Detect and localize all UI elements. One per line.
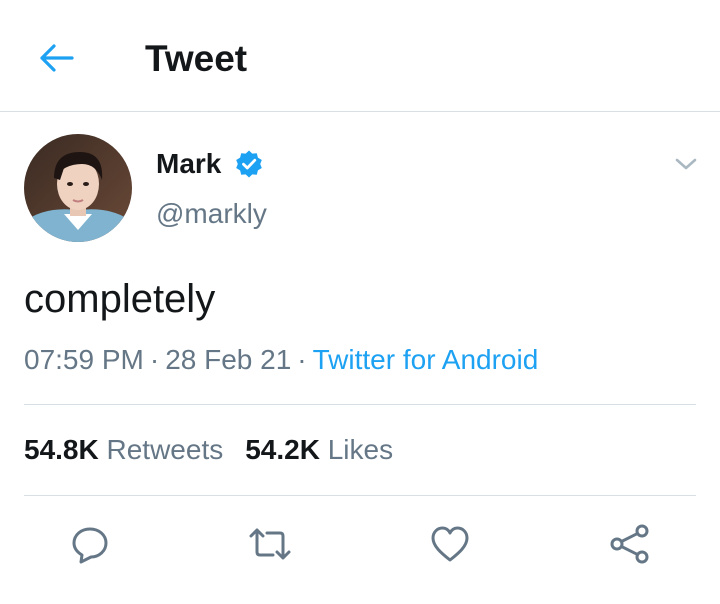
author-name[interactable]: Mark — [156, 147, 221, 181]
avatar[interactable] — [24, 134, 132, 242]
share-button[interactable] — [606, 520, 654, 568]
retweets-label: Retweets — [106, 434, 224, 465]
verified-badge-icon — [236, 150, 262, 178]
tweet-text: completely — [24, 277, 216, 321]
retweet-button[interactable] — [246, 520, 294, 568]
action-bar — [0, 520, 720, 568]
tweet-time: 07:59 PM — [24, 344, 144, 375]
tweet-source-link[interactable]: Twitter for Android — [313, 344, 539, 375]
author-handle[interactable]: @markly — [156, 196, 267, 232]
share-icon — [610, 524, 649, 564]
tweet-menu-button[interactable] — [672, 150, 700, 178]
heart-icon — [431, 526, 469, 562]
likes-label: Likes — [327, 434, 394, 465]
retweets-stat[interactable]: 54.8K Retweets — [24, 430, 223, 470]
back-button[interactable] — [36, 38, 76, 78]
reply-button[interactable] — [66, 520, 114, 568]
avatar-photo — [24, 134, 132, 242]
tweet-date: 28 Feb 21 — [165, 344, 292, 375]
retweet-icon — [249, 528, 291, 560]
page-title: Tweet — [145, 38, 248, 79]
divider — [24, 404, 696, 405]
reply-icon — [72, 527, 108, 564]
arrow-left-icon — [40, 44, 74, 72]
meta-separator: · — [149, 344, 160, 375]
tweet-meta: 07:59 PM · 28 Feb 21 · Twitter for Android — [24, 340, 538, 380]
retweets-count: 54.8K — [24, 434, 99, 465]
likes-count: 54.2K — [245, 434, 320, 465]
tweet-stats: 54.8K Retweets 54.2K Likes — [24, 430, 393, 470]
likes-stat[interactable]: 54.2K Likes — [245, 430, 393, 470]
meta-separator: · — [297, 344, 307, 375]
header-bar: Tweet — [0, 0, 720, 112]
chevron-down-icon — [675, 158, 697, 170]
divider — [24, 495, 696, 496]
like-button[interactable] — [426, 520, 474, 568]
